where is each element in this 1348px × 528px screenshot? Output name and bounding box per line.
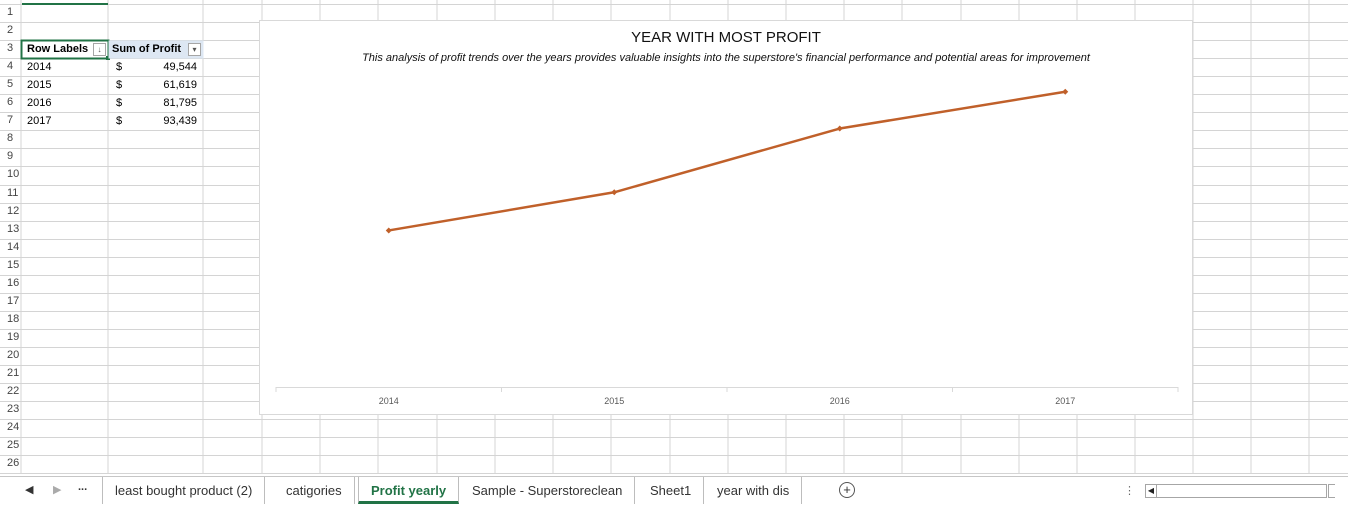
row-number[interactable]: 15 [0,256,27,274]
row-number[interactable]: 8 [0,129,27,147]
horizontal-scrollbar[interactable]: ◀ [1145,484,1327,498]
x-tick-label: 2015 [604,396,624,406]
row-number[interactable]: 14 [0,238,27,256]
tab-sample-superstoreclean[interactable]: Sample - Superstoreclean [460,477,636,504]
row-number[interactable]: 24 [0,418,27,436]
sort-filter-icon[interactable]: ↓ [93,43,106,56]
scroll-tabs-right-icon[interactable]: ▶ [53,483,61,496]
row-number[interactable]: 19 [0,328,27,346]
pivot-value-cell[interactable]: 61,619 [140,76,197,94]
data-point-marker [385,227,392,234]
tab-sheet1[interactable]: Sheet1 [638,477,705,504]
row-number[interactable]: 11 [0,184,27,202]
data-point-marker [836,125,843,132]
dropdown-icon[interactable]: ▾ [188,43,201,56]
add-sheet-icon[interactable]: + [839,482,855,498]
pivot-currency-cell[interactable]: $ [116,94,122,112]
profit-series-line [388,90,1066,232]
row-number[interactable]: 10 [0,165,27,183]
row-number[interactable]: 7 [0,111,27,129]
pivot-currency-cell[interactable]: $ [116,58,122,76]
pivot-value-cell[interactable]: 49,544 [140,58,197,76]
row-number[interactable]: 4 [0,57,27,75]
tab-catigories[interactable]: catigories [274,477,355,504]
row-number[interactable]: 13 [0,220,27,238]
pivot-value-cell[interactable]: 93,439 [140,112,197,130]
chart-title: YEAR WITH MOST PROFIT [631,29,821,46]
x-tick-label: 2014 [379,396,399,406]
chart-plot: 2014 2015 2016 2017 [275,88,1179,406]
row-number[interactable]: 18 [0,310,27,328]
scroll-left-arrow-icon[interactable]: ◀ [1146,485,1157,497]
row-number[interactable]: 23 [0,400,27,418]
row-number[interactable]: 9 [0,147,27,165]
x-tick-label: 2016 [830,396,850,406]
tab-least-bought-product-2[interactable]: least bought product (2) [102,477,266,504]
row-number[interactable]: 3 [0,39,27,57]
more-tabs-ellipsis[interactable]: ... [78,481,87,493]
tab-year-with-dis[interactable]: year with dis [705,477,803,504]
pivot-header-sum-of-profit[interactable]: Sum of Profit [112,40,181,58]
data-point-marker [1062,88,1069,95]
data-point-marker [611,189,618,196]
row-number[interactable]: 1 [0,3,27,21]
pivot-currency-cell[interactable]: $ [116,112,122,130]
chart-subtitle: This analysis of profit trends over the … [362,52,1090,64]
tab-profit-yearly[interactable]: Profit yearly [358,477,460,504]
pivot-currency-cell[interactable]: $ [116,76,122,94]
row-number[interactable]: 2 [0,21,27,39]
x-tick-label: 2017 [1055,396,1075,406]
row-number[interactable]: 21 [0,364,27,382]
row-number[interactable]: 16 [0,274,27,292]
row-number[interactable]: 26 [0,454,27,472]
pivot-year-cell[interactable]: 2015 [27,76,51,94]
row-number[interactable]: 6 [0,93,27,111]
row-number[interactable]: 5 [0,75,27,93]
row-number[interactable]: 20 [0,346,27,364]
scrollbar-end [1328,484,1335,498]
splitter-handle-icon[interactable]: ⋮ [1124,484,1135,497]
pivot-year-cell[interactable]: 2016 [27,94,51,112]
row-number[interactable]: 12 [0,202,27,220]
row-number[interactable]: 25 [0,436,27,454]
pivot-header-row-labels[interactable]: Row Labels [27,40,88,58]
pivot-value-cell[interactable]: 81,795 [140,94,197,112]
row-number[interactable]: 17 [0,292,27,310]
pivot-year-cell[interactable]: 2017 [27,112,51,130]
line-chart[interactable]: 2014 2015 2016 2017 YEAR WITH MOST PROFIT T… [259,20,1193,415]
scroll-tabs-left-icon[interactable]: ◀ [25,483,33,496]
row-number[interactable]: 22 [0,382,27,400]
pivot-year-cell[interactable]: 2014 [27,58,51,76]
